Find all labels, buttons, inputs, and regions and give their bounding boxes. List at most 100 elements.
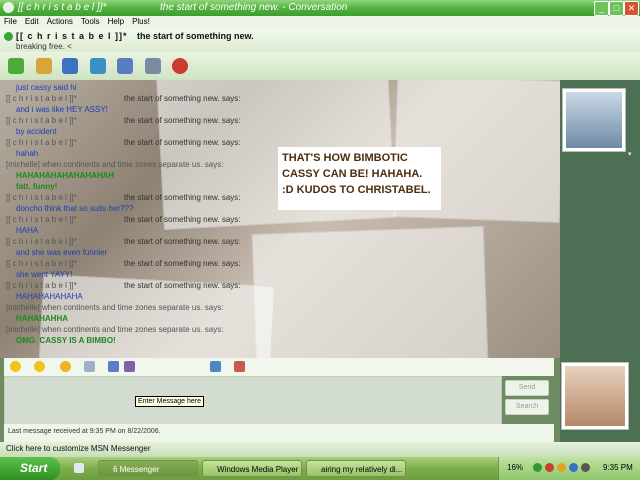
- chat-sender-line: [michelle] when continents and time zone…: [6, 160, 223, 170]
- games-icon[interactable]: [145, 58, 161, 74]
- input-tooltip: Enter Message here: [135, 396, 205, 407]
- send-button[interactable]: Send: [505, 380, 549, 396]
- task-media-player[interactable]: Windows Media Player: [202, 460, 302, 477]
- chat-message-line: hahah: [6, 149, 38, 159]
- message-text: and she was even funnier: [16, 248, 108, 257]
- sender-name: [michelle] when continents and time zone…: [6, 160, 224, 169]
- message-text: HAHAHAHAHAHA: [16, 292, 83, 301]
- personal-message: breaking free. <: [16, 42, 72, 51]
- sender-name: [[ c h r i s t a b e l ]]*: [6, 116, 77, 125]
- menu-file[interactable]: File: [0, 16, 21, 28]
- message-text: by accident: [16, 127, 57, 136]
- invite-icon[interactable]: [8, 58, 24, 74]
- conversation-header: [[ c h r i s t a b e l ]]* the start of …: [0, 28, 640, 52]
- sender-name: [[ c h r i s t a b e l ]]*: [6, 193, 77, 202]
- bluetooth-icon[interactable]: [569, 463, 578, 472]
- activities-icon[interactable]: [117, 58, 133, 74]
- contact-display-picture[interactable]: [562, 88, 626, 152]
- photo-frame-girl-bench: [251, 226, 491, 358]
- gift-icon[interactable]: [234, 361, 245, 372]
- sender-name: [michelle] when continents and time zone…: [6, 303, 224, 312]
- menu-actions[interactable]: Actions: [43, 16, 77, 28]
- chat-message-line: HAHA: [6, 226, 38, 236]
- customize-link[interactable]: Click here to customize MSN Messenger: [6, 444, 151, 453]
- expand-arrow-icon[interactable]: ▾: [628, 150, 632, 158]
- chat-sender-line: [[ c h r i s t a b e l ]]* the start of s…: [6, 237, 246, 247]
- chat-sender-line: [[ c h r i s t a b e l ]]* the start of s…: [6, 94, 246, 104]
- sender-name: [[ c h r i s t a b e l ]]*: [6, 281, 77, 290]
- task-browser[interactable]: airing my relatively di...: [306, 460, 406, 477]
- format-toolbar: [4, 358, 554, 376]
- message-text: just cassy said hi: [16, 83, 77, 92]
- sender-says: the start of something new. says:: [124, 281, 241, 290]
- sender-says: the start of something new. says:: [124, 138, 241, 147]
- sender-name: [[ c h r i s t a b e l ]]*: [6, 138, 77, 147]
- network-icon[interactable]: [533, 463, 542, 472]
- nudge-icon[interactable]: [60, 361, 71, 372]
- chat-message-line: HAHAHAHHA: [6, 314, 68, 324]
- call-icon[interactable]: [90, 58, 106, 74]
- contact-name: [[ c h r i s t a b e l ]]*: [16, 31, 128, 41]
- message-text: HAHAHAHAHAHAHAHAH: [16, 171, 115, 180]
- title-bar[interactable]: [[ c h r i s t a b e l ]]* the start of …: [0, 0, 640, 16]
- toolbar: [0, 52, 640, 80]
- quicklaunch-icon[interactable]: [74, 463, 84, 473]
- search-button[interactable]: Search: [505, 399, 549, 415]
- handwriting-icon[interactable]: [210, 361, 221, 372]
- chat-sender-line: [[ c h r i s t a b e l ]]* the start of s…: [6, 281, 246, 291]
- sender-says: the start of something new. says:: [124, 94, 241, 103]
- chat-sender-line: [[ c h r i s t a b e l ]]* the start of s…: [6, 116, 246, 126]
- chat-message-line: HAHAHAHAHAHA: [6, 292, 83, 302]
- customize-bar[interactable]: Click here to customize MSN Messenger: [0, 442, 640, 457]
- security-icon[interactable]: [545, 463, 554, 472]
- menu-help[interactable]: Help: [104, 16, 128, 28]
- clock: 9:35 PM: [603, 463, 633, 472]
- minimize-button[interactable]: _: [594, 1, 609, 16]
- message-text: doncho think that so suits her???: [16, 204, 134, 213]
- background-icon[interactable]: [124, 361, 135, 372]
- my-display-picture[interactable]: [561, 362, 629, 430]
- contact-name-suffix: the start of something new.: [137, 31, 254, 41]
- webcam-icon[interactable]: [62, 58, 78, 74]
- start-button[interactable]: Start: [0, 457, 60, 480]
- my-avatar-image: [565, 366, 625, 426]
- contact-avatar-image: [566, 92, 622, 148]
- voice-clip-icon[interactable]: [84, 361, 95, 372]
- menu-edit[interactable]: Edit: [21, 16, 43, 28]
- sender-name: [michelle] when continents and time zone…: [6, 325, 224, 334]
- window-title-conversation: the start of something new. - Conversati…: [160, 2, 348, 13]
- task-messenger[interactable]: 6 Messenger: [98, 460, 198, 477]
- font-icon[interactable]: [108, 361, 119, 372]
- emoticon-icon[interactable]: [10, 361, 21, 372]
- sender-says: the start of something new. says:: [124, 259, 241, 268]
- menu-plus[interactable]: Plus!: [128, 16, 154, 28]
- message-text: HAHA: [16, 226, 39, 235]
- chat-message-line: by accident: [6, 127, 56, 137]
- chat-message-line: and i was like HEY ASSY!: [6, 105, 108, 115]
- message-text: she went YAYY!: [16, 270, 73, 279]
- sender-says: the start of something new. says:: [124, 215, 241, 224]
- wink-icon[interactable]: [34, 361, 45, 372]
- sender-says: the start of something new. says:: [124, 193, 241, 202]
- messenger-tray-icon[interactable]: [557, 463, 566, 472]
- chat-message-line: just cassy said hi: [6, 83, 76, 93]
- message-input[interactable]: [4, 376, 502, 426]
- sender-says: the start of something new. says:: [124, 116, 241, 125]
- chat-history[interactable]: just cassy said hi [[ c h r i s t a b e l…: [6, 80, 250, 360]
- chat-sender-line: [[ c h r i s t a b e l ]]* the start of s…: [6, 259, 246, 269]
- sender-name: [[ c h r i s t a b e l ]]*: [6, 215, 77, 224]
- chat-message-line: doncho think that so suits her???: [6, 204, 133, 214]
- block-icon[interactable]: [172, 58, 188, 74]
- chat-message-line: OMG. CASSY IS A BIMBO!: [6, 336, 116, 346]
- close-button[interactable]: ✕: [624, 1, 639, 16]
- chat-sender-line: [[ c h r i s t a b e l ]]* the start of s…: [6, 138, 246, 148]
- status-bar: Last message received at 9:35 PM on 8/22…: [4, 424, 554, 442]
- maximize-button[interactable]: □: [609, 1, 624, 16]
- message-text: HAHAHAHHA: [16, 314, 68, 323]
- volume-icon[interactable]: [581, 463, 590, 472]
- send-files-icon[interactable]: [36, 58, 52, 74]
- chat-message-line: fatt. funny!: [6, 182, 57, 192]
- window-title-name: [[ c h r i s t a b e l ]]*: [18, 2, 107, 13]
- menu-tools[interactable]: Tools: [77, 16, 104, 28]
- last-message-status: Last message received at 9:35 PM on 8/22…: [8, 428, 161, 435]
